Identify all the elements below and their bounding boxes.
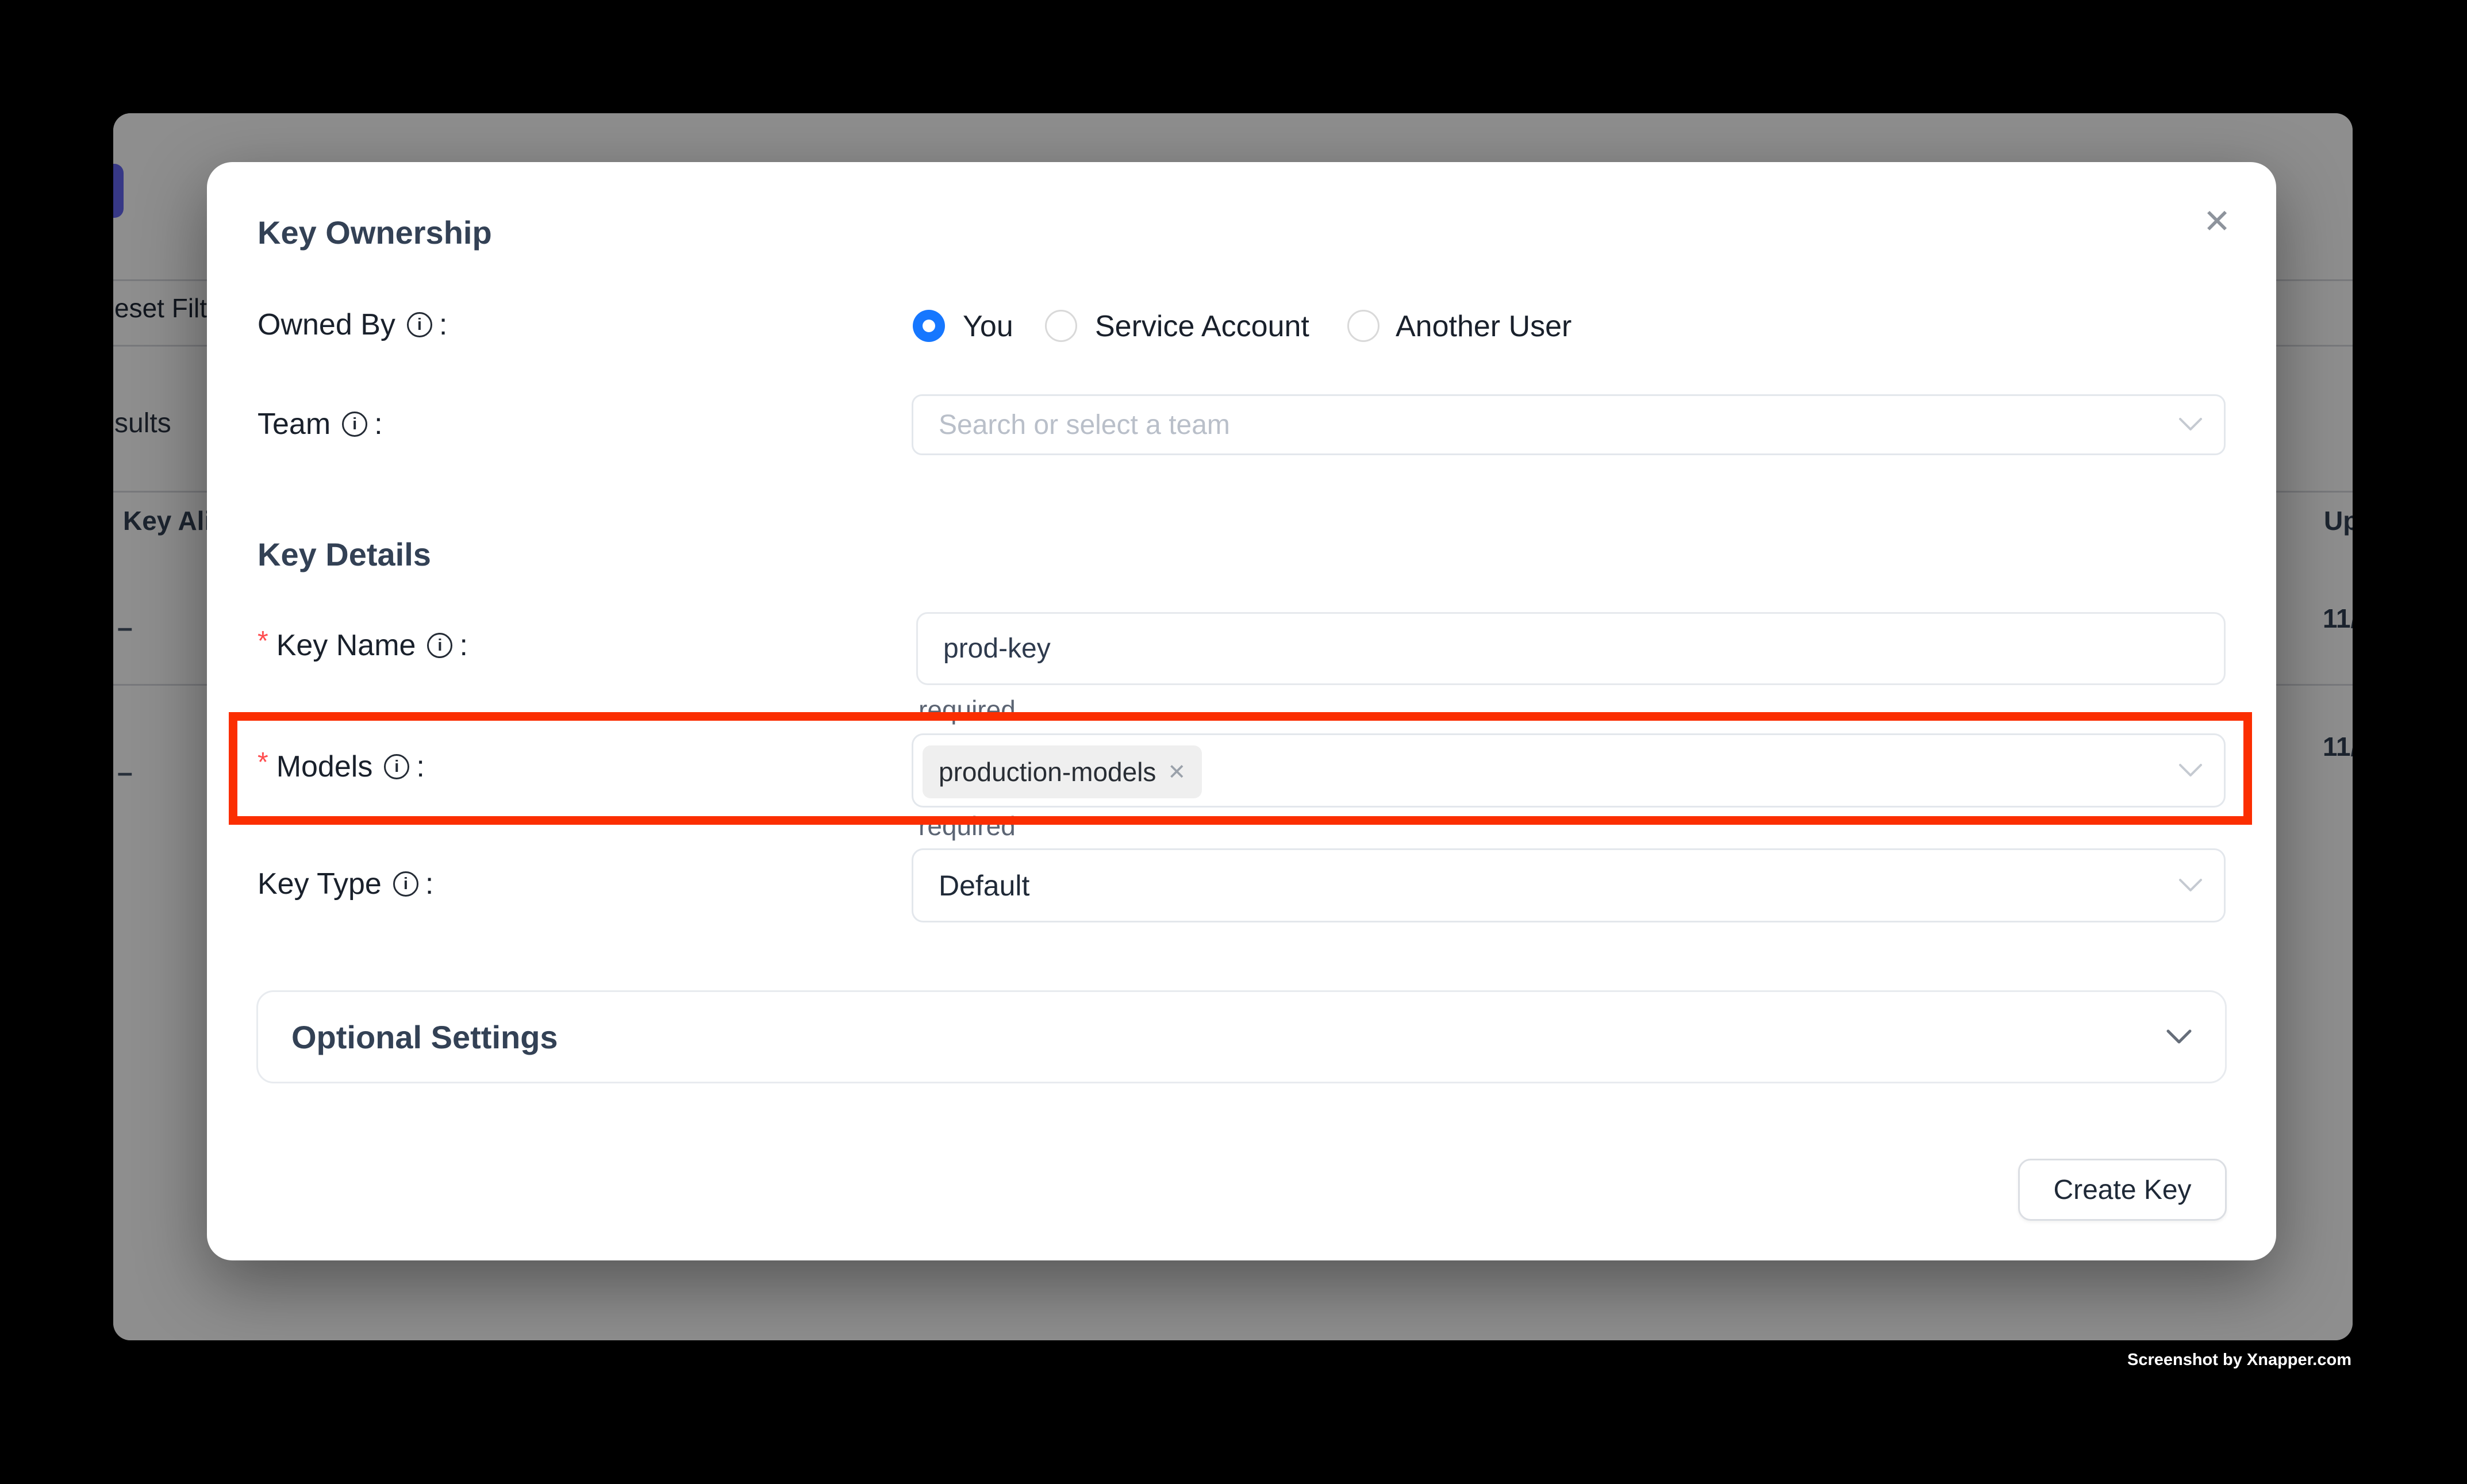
radio-owned-by-service-account[interactable] [1045, 310, 1077, 342]
info-icon[interactable]: i [393, 871, 418, 897]
info-icon[interactable]: i [407, 312, 432, 337]
models-select[interactable]: production-models ✕ [912, 733, 2226, 808]
required-asterisk: * [258, 625, 268, 657]
info-icon[interactable]: i [427, 633, 452, 658]
chevron-down-icon [2178, 417, 2203, 433]
key-type-select[interactable]: Default [912, 848, 2226, 922]
required-asterisk: * [258, 747, 268, 778]
key-details-section-title: Key Details [258, 536, 431, 573]
key-name-value: prod-key [943, 614, 1051, 683]
team-label: Team i : [258, 407, 383, 441]
radio-owned-by-another-user[interactable] [1347, 310, 1379, 342]
info-icon[interactable]: i [342, 412, 367, 437]
radio-label-service-account[interactable]: Service Account [1095, 309, 1309, 344]
key-type-label-text: Key Type [258, 867, 382, 901]
models-label: * Models i : [258, 749, 425, 784]
label-colon: : [459, 628, 467, 663]
key-type-label: Key Type i : [258, 867, 433, 901]
team-select-placeholder: Search or select a team [939, 396, 1230, 453]
key-name-label: * Key Name i : [258, 628, 468, 663]
label-colon: : [425, 867, 433, 901]
radio-owned-by-you[interactable] [913, 310, 945, 342]
create-key-modal: Key Ownership ✕ Owned By i : You Service… [207, 162, 2276, 1260]
optional-settings-title: Optional Settings [291, 992, 558, 1082]
radio-label-another-user[interactable]: Another User [1396, 309, 1571, 344]
label-colon: : [374, 407, 382, 441]
create-key-button[interactable]: Create Key [2018, 1159, 2227, 1221]
selected-model-tag-text: production-models [939, 756, 1156, 787]
chevron-down-icon [2178, 878, 2203, 894]
key-ownership-section-title: Key Ownership [258, 214, 492, 251]
models-label-text: Models [276, 749, 373, 784]
selected-model-tag: production-models ✕ [923, 745, 1202, 798]
team-label-text: Team [258, 407, 331, 441]
models-validation-message: required [919, 810, 1016, 841]
remove-tag-icon[interactable]: ✕ [1167, 759, 1186, 785]
optional-settings-panel[interactable]: Optional Settings [256, 990, 2227, 1083]
info-icon[interactable]: i [384, 754, 409, 779]
radio-label-you[interactable]: You [963, 309, 1013, 344]
owned-by-label-text: Owned By [258, 307, 395, 342]
watermark-text: Screenshot by Xnapper.com [2127, 1351, 2351, 1370]
key-name-label-text: Key Name [276, 628, 416, 663]
chevron-down-icon [2178, 763, 2203, 779]
key-type-value: Default [939, 850, 1029, 921]
label-colon: : [439, 307, 447, 342]
label-colon: : [416, 749, 424, 784]
key-name-validation-message: required [919, 694, 1016, 725]
key-name-input[interactable]: prod-key [916, 612, 2226, 685]
close-icon[interactable]: ✕ [2191, 195, 2243, 247]
team-select[interactable]: Search or select a team [912, 394, 2226, 455]
chevron-down-icon[interactable] [2165, 1028, 2193, 1045]
owned-by-label: Owned By i : [258, 307, 447, 342]
